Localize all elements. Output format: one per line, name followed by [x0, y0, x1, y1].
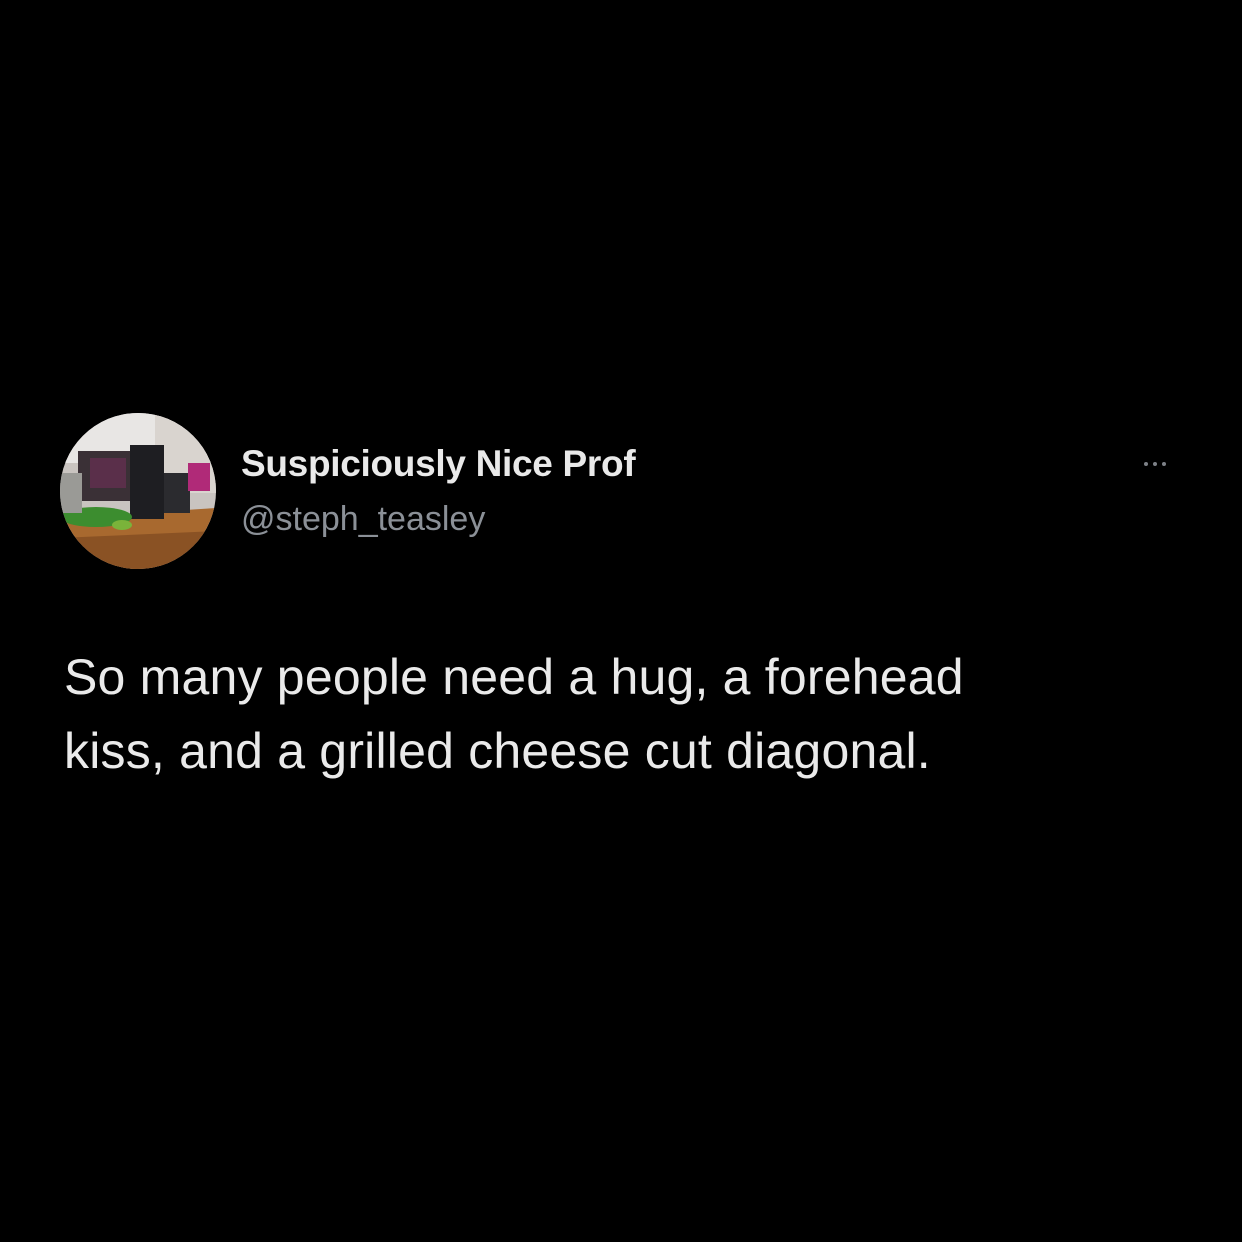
author-display-name[interactable]: Suspiciously Nice Prof	[241, 443, 636, 485]
tweet-text: So many people need a hug, a forehead ki…	[64, 649, 964, 779]
tweet-card: Suspiciously Nice Prof @steph_teasley So…	[0, 0, 1242, 1242]
ellipsis-icon[interactable]	[1128, 452, 1182, 476]
avatar-photo-icon	[60, 413, 216, 569]
avatar[interactable]	[60, 413, 216, 569]
author-handle[interactable]: @steph_teasley	[241, 500, 485, 539]
